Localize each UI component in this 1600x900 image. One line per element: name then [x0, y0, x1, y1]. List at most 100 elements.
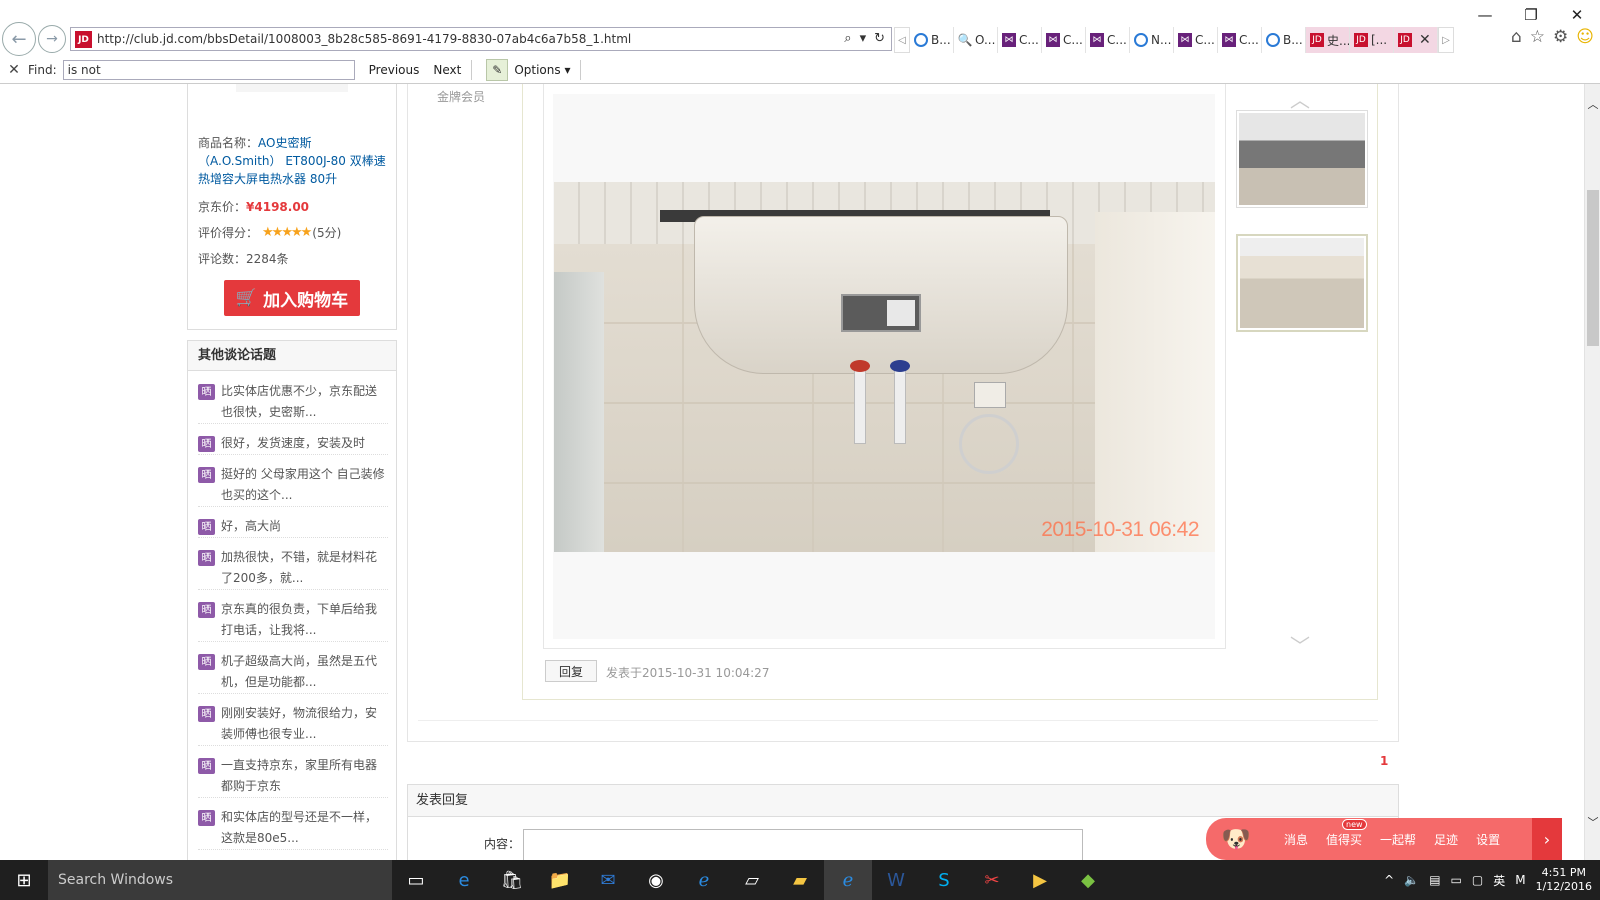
back-button[interactable]: ←: [2, 22, 36, 56]
close-tab-icon[interactable]: ✕: [1415, 32, 1435, 48]
refresh-icon[interactable]: ↻: [874, 31, 885, 46]
search-icon[interactable]: ⌕: [844, 31, 851, 46]
minimize-icon[interactable]: —: [1462, 2, 1508, 28]
taskbar-search[interactable]: Search Windows: [48, 860, 392, 900]
messages-link[interactable]: 消息: [1284, 831, 1308, 848]
topic-item[interactable]: 晒好，高大尚: [198, 516, 388, 538]
find-previous-button[interactable]: Previous: [369, 63, 420, 77]
volume-icon[interactable]: 🔈: [1404, 873, 1419, 887]
tab-4[interactable]: ⋈ C...: [1042, 27, 1086, 53]
smiley-icon[interactable]: ☺: [1576, 27, 1594, 47]
notification-icon[interactable]: ▢: [1472, 873, 1483, 887]
tab-8[interactable]: ⋈ C...: [1218, 27, 1262, 53]
tab-scroll-right[interactable]: ▷: [1438, 27, 1454, 53]
worth-buying-link[interactable]: 值得买 new: [1326, 818, 1367, 848]
address-bar[interactable]: JD http://club.jd.com/bbsDetail/1008003_…: [70, 27, 892, 51]
reply-content-textarea[interactable]: [523, 829, 1083, 860]
tab-5[interactable]: ⋈ C...: [1086, 27, 1130, 53]
scrollbar-thumb[interactable]: [1587, 190, 1599, 346]
find-next-button[interactable]: Next: [433, 63, 461, 77]
network-icon[interactable]: ▤: [1429, 873, 1440, 887]
windows-start-icon[interactable]: ⊞: [0, 860, 48, 900]
git-icon[interactable]: ◆: [1064, 860, 1112, 900]
thumbnail-1[interactable]: [1236, 110, 1368, 208]
tab-2[interactable]: 🔍 O...: [954, 27, 998, 53]
topic-item[interactable]: 晒很好，发货速度，安装及时: [198, 433, 388, 455]
topic-text[interactable]: 比实体店优惠不少，京东配送也很快，史密斯...: [221, 381, 388, 423]
review-photo[interactable]: 2015-10-31 06:42: [554, 182, 1215, 552]
folder-icon[interactable]: ▰: [776, 860, 824, 900]
topic-text[interactable]: 好，高大尚: [221, 516, 281, 537]
page-scrollbar[interactable]: ︿ ﹀: [1584, 84, 1600, 860]
word-icon[interactable]: W: [872, 860, 920, 900]
tab-7[interactable]: ⋈ C...: [1174, 27, 1218, 53]
mascot-icon[interactable]: 🐶: [1206, 818, 1266, 860]
chevron-up-icon[interactable]: ^: [1384, 873, 1394, 887]
tab-9[interactable]: B...: [1262, 27, 1306, 53]
footprint-link[interactable]: 足迹: [1434, 831, 1458, 848]
restore-icon[interactable]: ❐: [1508, 2, 1554, 28]
topic-item[interactable]: 晒加热很快，不错，就是材料花了200多，就...: [198, 547, 388, 590]
find-input[interactable]: is not: [62, 59, 355, 80]
tab-3[interactable]: ⋈ C...: [998, 27, 1042, 53]
highlight-icon[interactable]: ✎: [486, 58, 509, 81]
topic-item[interactable]: 晒挺好的 父母家用这个 自己装修也买的这个...: [198, 464, 388, 507]
store-icon[interactable]: 🛍: [488, 860, 536, 900]
tab-scroll-left[interactable]: ◁: [894, 27, 910, 53]
tab-10[interactable]: JD 史...: [1306, 27, 1350, 53]
page-number[interactable]: 1: [1380, 754, 1388, 768]
help-together-link[interactable]: 一起帮: [1380, 831, 1416, 848]
chevron-right-icon[interactable]: ›: [1532, 818, 1562, 860]
add-to-cart-button[interactable]: 🛒 加入购物车: [224, 280, 360, 316]
topic-text[interactable]: 机子超级高大尚，虽然是五代机，但是功能都...: [221, 651, 388, 693]
settings-link[interactable]: 设置: [1476, 831, 1500, 848]
topic-item[interactable]: 晒和实体店的型号还是不一样，这款是80e5...: [198, 807, 388, 850]
topic-text[interactable]: 加热很快，不错，就是材料花了200多，就...: [221, 547, 388, 589]
topic-item[interactable]: 晒机子超级高大尚，虽然是五代机，但是功能都...: [198, 651, 388, 694]
dropdown-icon[interactable]: ▾: [860, 31, 867, 46]
topic-text[interactable]: 刚刚安装好，物流很给力，安装师傅也很专业...: [221, 703, 388, 745]
forward-button[interactable]: →: [38, 25, 66, 53]
tab-12-current[interactable]: JD ✕: [1394, 27, 1438, 53]
skype-icon[interactable]: S: [920, 860, 968, 900]
battery-icon[interactable]: ▭: [1451, 873, 1462, 887]
scroll-down-icon[interactable]: ﹀: [1585, 814, 1600, 830]
topic-text[interactable]: 京东真的很负责，下单后给我打电话，让我将...: [221, 599, 388, 641]
task-view-icon[interactable]: ▭: [392, 860, 440, 900]
close-find-icon[interactable]: ✕: [0, 62, 28, 78]
chevron-down-icon[interactable]: ﹀: [1290, 630, 1310, 659]
find-options-button[interactable]: Options ▾: [514, 63, 570, 77]
chevron-up-icon[interactable]: ︿: [1290, 84, 1310, 113]
tab-11[interactable]: JD [...: [1350, 27, 1394, 53]
m-icon[interactable]: M: [1515, 873, 1525, 887]
reply-button[interactable]: 回复: [545, 660, 597, 682]
tab-1[interactable]: B...: [910, 27, 954, 53]
file-explorer-icon[interactable]: 📁: [536, 860, 584, 900]
thumbnail-2-selected[interactable]: [1236, 234, 1368, 332]
ime-indicator[interactable]: 英: [1493, 872, 1505, 889]
notes-icon[interactable]: ▱: [728, 860, 776, 900]
scroll-up-icon[interactable]: ︿: [1585, 96, 1600, 112]
close-icon[interactable]: ✕: [1554, 2, 1600, 28]
gear-icon[interactable]: ⚙: [1553, 27, 1568, 47]
video-icon[interactable]: ▶: [1016, 860, 1064, 900]
clock[interactable]: 4:51 PM 1/12/2016: [1536, 866, 1592, 894]
outlook-icon[interactable]: ✉: [584, 860, 632, 900]
home-icon[interactable]: ⌂: [1511, 27, 1522, 47]
topic-item[interactable]: 晒比实体店优惠不少，京东配送也很快，史密斯...: [198, 381, 388, 424]
ie-icon[interactable]: ℯ: [680, 860, 728, 900]
topic-text[interactable]: 挺好的 父母家用这个 自己装修也买的这个...: [221, 464, 388, 506]
star-icon[interactable]: ☆: [1530, 27, 1545, 47]
topic-item[interactable]: 晒刚刚安装好，物流很给力，安装师傅也很专业...: [198, 703, 388, 746]
tab-6[interactable]: N...: [1130, 27, 1174, 53]
topic-text[interactable]: 和实体店的型号还是不一样，这款是80e5...: [221, 807, 388, 849]
chrome-icon[interactable]: ◉: [632, 860, 680, 900]
tools-icon[interactable]: ✂: [968, 860, 1016, 900]
topic-item[interactable]: 晒京东真的很负责，下单后给我打电话，让我将...: [198, 599, 388, 642]
product-image[interactable]: [236, 84, 348, 92]
topic-item[interactable]: 晒一直支持京东，家里所有电器都购于京东: [198, 755, 388, 798]
topic-text[interactable]: 一直支持京东，家里所有电器都购于京东: [221, 755, 388, 797]
topic-text[interactable]: 很好，发货速度，安装及时: [221, 433, 365, 454]
ie-active-icon[interactable]: ℯ: [824, 860, 872, 900]
edge-icon[interactable]: e: [440, 860, 488, 900]
